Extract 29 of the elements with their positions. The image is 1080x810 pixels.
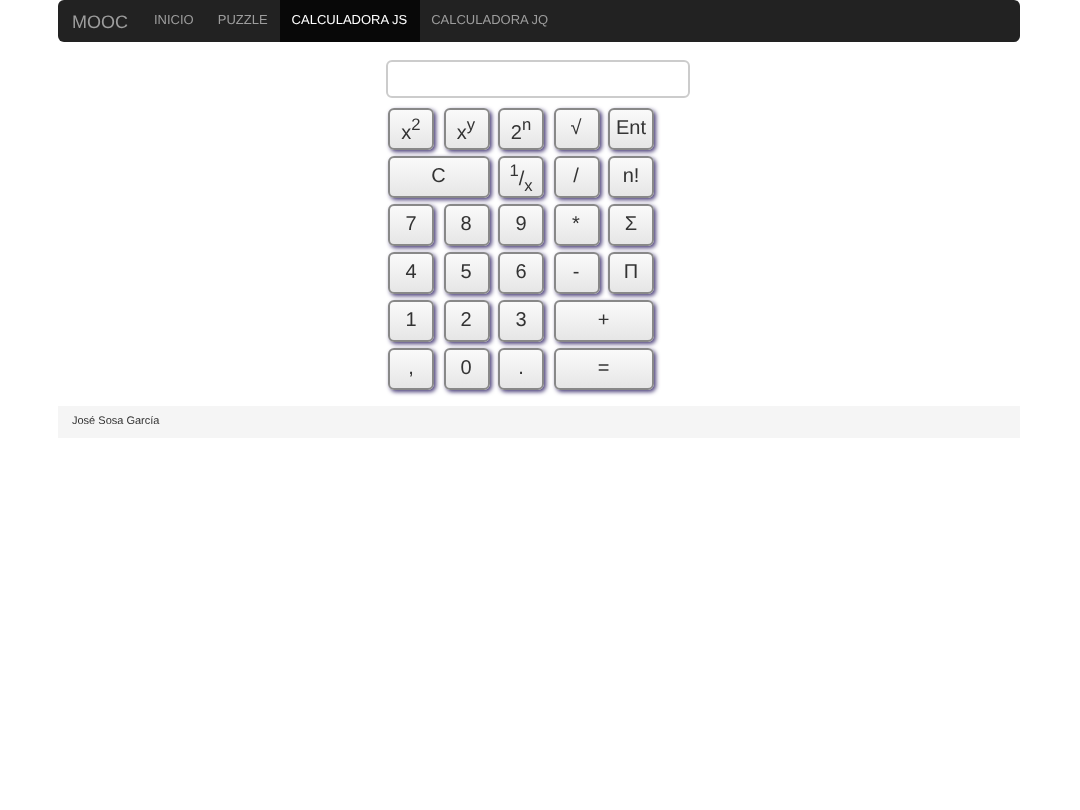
- calculator-key[interactable]: Σ: [608, 204, 654, 246]
- calculator-key[interactable]: 6: [498, 252, 544, 294]
- calculator-key[interactable]: .: [498, 348, 544, 390]
- calculator-key[interactable]: /: [553, 156, 599, 198]
- calculator-key[interactable]: -: [553, 252, 599, 294]
- calculator-key[interactable]: 4: [388, 252, 434, 294]
- calculator-key[interactable]: 9: [498, 204, 544, 246]
- calculator-key[interactable]: √: [553, 108, 599, 150]
- calculator-key[interactable]: 2$^{n}$: [498, 108, 544, 150]
- calculator-key[interactable]: Ent: [608, 108, 654, 150]
- calculator-key[interactable]: x$^{y}$: [443, 108, 489, 150]
- calculator-key[interactable]: n!: [608, 156, 654, 198]
- calculator-key[interactable]: C: [388, 156, 489, 198]
- calculator-key[interactable]: =: [553, 348, 654, 390]
- calculator-key[interactable]: 7: [388, 204, 434, 246]
- calculator-key[interactable]: 2: [443, 300, 489, 342]
- brand-link[interactable]: MOOC: [58, 0, 142, 42]
- calculator-key[interactable]: ,: [388, 348, 434, 390]
- calculator-key[interactable]: 3: [498, 300, 544, 342]
- display-field[interactable]: [386, 60, 690, 98]
- calculator-key[interactable]: x$^{2}$: [388, 108, 434, 150]
- calculator-key[interactable]: 8: [443, 204, 489, 246]
- calculator-key[interactable]: 1: [388, 300, 434, 342]
- calculator-key[interactable]: +: [553, 300, 654, 342]
- calculator-key[interactable]: 0: [443, 348, 489, 390]
- calculator-key[interactable]: Π: [608, 252, 654, 294]
- calculator-key[interactable]: $^{1}$/$_{x}$: [498, 156, 544, 198]
- calculator-key[interactable]: 5: [443, 252, 489, 294]
- calculator-key[interactable]: *: [553, 204, 599, 246]
